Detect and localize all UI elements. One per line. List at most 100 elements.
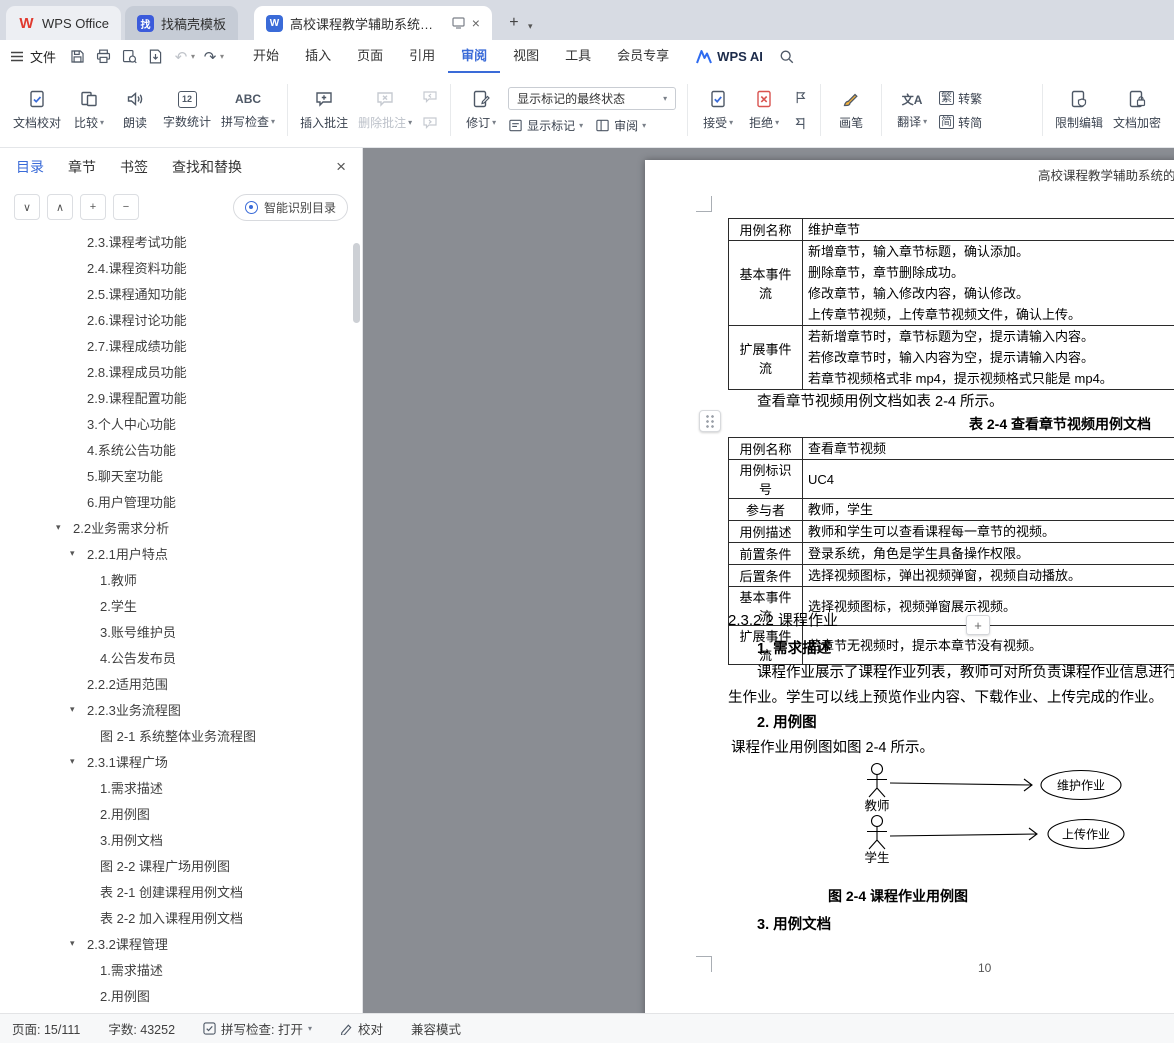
save-button[interactable] xyxy=(64,45,90,69)
collapse-arrow-icon[interactable]: ▾ xyxy=(70,548,75,559)
toc-item[interactable]: 4.公告发布员 xyxy=(0,644,350,670)
review-pane-button[interactable]: 审阅 ▾ xyxy=(595,117,646,134)
redo-dropdown-icon[interactable]: ▾ xyxy=(220,52,224,61)
toc-item[interactable]: 1.教师 xyxy=(0,566,350,592)
tab-template-app[interactable]: 找 找稿壳模板 xyxy=(124,6,238,40)
to-traditional-button[interactable]: 繁 转繁 xyxy=(939,90,982,107)
smart-toc-button[interactable]: 智能识别目录 xyxy=(232,193,348,221)
toc-item[interactable]: 2.3.课程考试功能 xyxy=(0,228,350,254)
toc-item[interactable]: 2.5.课程通知功能 xyxy=(0,280,350,306)
doc-proofread-button[interactable]: 文档校对 xyxy=(8,79,66,141)
toc-item[interactable]: 3.个人中心功能 xyxy=(0,410,350,436)
collapse-all-button[interactable]: ∨ xyxy=(14,194,40,220)
wps-ai-button[interactable]: WPS AI xyxy=(696,49,763,64)
sidebar-scrollbar[interactable] xyxy=(353,243,360,323)
accept-revision-button[interactable]: 接受 ▾ xyxy=(695,79,741,141)
toc-item[interactable]: 6.用户管理功能 xyxy=(0,488,350,514)
toc-item[interactable]: 2.7.课程成绩功能 xyxy=(0,332,350,358)
toc-item[interactable]: 1.需求描述 xyxy=(0,956,350,982)
menu-page[interactable]: 页面 xyxy=(344,40,396,73)
restrict-edit-button[interactable]: 限制编辑 xyxy=(1050,79,1108,141)
tab-document[interactable]: W 高校课程教学辅助系统的设计 × xyxy=(253,6,492,40)
markup-state-select[interactable]: 显示标记的最终状态 ▾ xyxy=(508,86,677,110)
toc-item[interactable]: ▾ 2.2.1用户特点 xyxy=(0,540,350,566)
sidebar-tab-find-replace[interactable]: 查找和替换 xyxy=(172,157,242,177)
toc-item[interactable]: 4.系统公告功能 xyxy=(0,436,350,462)
delete-comment-button[interactable]: 删除批注 ▾ xyxy=(353,79,417,141)
toc-item[interactable]: 3.用例文档 xyxy=(0,826,350,852)
print-preview-button[interactable] xyxy=(116,45,142,69)
zoom-out-outline-button[interactable]: − xyxy=(113,194,139,220)
toc-item[interactable]: 图 2-1 系统整体业务流程图 xyxy=(0,722,350,748)
toc-item[interactable]: 2.9.课程配置功能 xyxy=(0,384,350,410)
zoom-in-outline-button[interactable]: + xyxy=(80,194,106,220)
toc-item[interactable]: 2.8.课程成员功能 xyxy=(0,358,350,384)
toc-item[interactable]: 2.用例图 xyxy=(0,800,350,826)
menu-insert[interactable]: 插入 xyxy=(292,40,344,73)
previous-comment-button[interactable] xyxy=(419,86,441,108)
toc-item[interactable]: ▾ 2.3.1课程广场 xyxy=(0,748,350,774)
to-simplified-button[interactable]: 简 转简 xyxy=(939,114,982,131)
menu-view[interactable]: 视图 xyxy=(500,40,552,73)
export-pdf-button[interactable] xyxy=(142,45,168,69)
toc-item[interactable]: 图 2-2 课程广场用例图 xyxy=(0,852,350,878)
toc-item[interactable]: 表 2-2 加入课程用例文档 xyxy=(0,904,350,930)
collapse-arrow-icon[interactable]: ▾ xyxy=(70,938,75,949)
document-page[interactable]: 高校课程教学辅助系统的 用例名称 维护章节 基本事件流 新增章节，输入章节标题，确认添… xyxy=(645,160,1174,1013)
menu-review[interactable]: 审阅 xyxy=(448,40,501,73)
close-tab-icon[interactable]: × xyxy=(472,15,480,31)
tab-list-dropdown-icon[interactable]: ▾ xyxy=(528,21,533,32)
toc-item[interactable]: ▾ 2.2业务需求分析 xyxy=(0,514,350,540)
previous-change-button[interactable] xyxy=(789,86,811,108)
menu-member[interactable]: 会员专享 xyxy=(604,40,682,73)
document-canvas[interactable]: 高校课程教学辅助系统的 用例名称 维护章节 基本事件流 新增章节，输入章节标题，确认添… xyxy=(363,148,1174,1013)
next-change-button[interactable] xyxy=(789,112,811,134)
menu-home[interactable]: 开始 xyxy=(240,40,292,73)
brush-button[interactable]: 画笔 xyxy=(828,79,874,141)
menu-tools[interactable]: 工具 xyxy=(552,40,604,73)
insert-content-button[interactable]: + xyxy=(966,615,990,635)
translate-button[interactable]: 文A 翻译 ▾ xyxy=(889,79,935,141)
tab-wps-home[interactable]: W WPS Office xyxy=(6,6,121,40)
toc-item[interactable]: 2.用例图 xyxy=(0,982,350,1008)
expand-all-button[interactable]: ∧ xyxy=(47,194,73,220)
word-count-indicator[interactable]: 字数: 43252 xyxy=(108,1019,175,1038)
word-count-button[interactable]: 12 字数统计 xyxy=(158,79,216,141)
sidebar-tab-bookmark[interactable]: 书签 xyxy=(120,157,148,177)
menu-reference[interactable]: 引用 xyxy=(396,40,448,73)
toc-item[interactable]: 5.聊天室功能 xyxy=(0,462,350,488)
toc-item[interactable]: ▾ 2.2.3业务流程图 xyxy=(0,696,350,722)
spell-check-button[interactable]: ABC 拼写检查 ▾ xyxy=(216,79,280,141)
toc-item[interactable]: 2.4.课程资料功能 xyxy=(0,254,350,280)
encrypt-doc-button[interactable]: 文档加密 xyxy=(1108,79,1166,141)
close-sidebar-icon[interactable]: × xyxy=(336,157,346,177)
track-changes-button[interactable]: 修订 ▾ xyxy=(458,79,504,141)
collapse-arrow-icon[interactable]: ▾ xyxy=(70,756,75,767)
table-drag-handle[interactable] xyxy=(699,410,721,432)
spell-check-indicator[interactable]: 拼写检查: 打开 ▾ xyxy=(203,1019,312,1038)
new-tab-button[interactable]: + xyxy=(502,11,526,35)
toc-item[interactable]: 2.2.2适用范围 xyxy=(0,670,350,696)
screen-share-icon[interactable] xyxy=(452,17,465,29)
compare-button[interactable]: 比较 ▾ xyxy=(66,79,112,141)
reject-revision-button[interactable]: 拒绝 ▾ xyxy=(741,79,787,141)
file-menu-button[interactable]: 文件 xyxy=(10,47,56,66)
page-indicator[interactable]: 页面: 15/111 xyxy=(12,1019,80,1038)
toc-item[interactable]: 表 2-1 创建课程用例文档 xyxy=(0,878,350,904)
insert-comment-button[interactable]: 插入批注 xyxy=(295,79,353,141)
show-markup-button[interactable]: 显示标记 ▾ xyxy=(508,117,583,134)
undo-dropdown-icon[interactable]: ▾ xyxy=(191,52,195,61)
print-button[interactable] xyxy=(90,45,116,69)
toc-item[interactable]: 2.学生 xyxy=(0,592,350,618)
search-button[interactable] xyxy=(779,49,795,65)
toc-item[interactable]: 1.需求描述 xyxy=(0,774,350,800)
toc-item[interactable]: 2.6.课程讨论功能 xyxy=(0,306,350,332)
toc-item[interactable]: ▾ 2.3.2课程管理 xyxy=(0,930,350,956)
sidebar-tab-toc[interactable]: 目录 xyxy=(16,157,44,177)
proofread-button[interactable]: 校对 xyxy=(340,1019,383,1038)
sidebar-tab-chapter[interactable]: 章节 xyxy=(68,157,96,177)
collapse-arrow-icon[interactable]: ▾ xyxy=(70,704,75,715)
read-aloud-button[interactable]: 朗读 xyxy=(112,79,158,141)
collapse-arrow-icon[interactable]: ▾ xyxy=(56,522,61,533)
next-comment-button[interactable] xyxy=(419,112,441,134)
